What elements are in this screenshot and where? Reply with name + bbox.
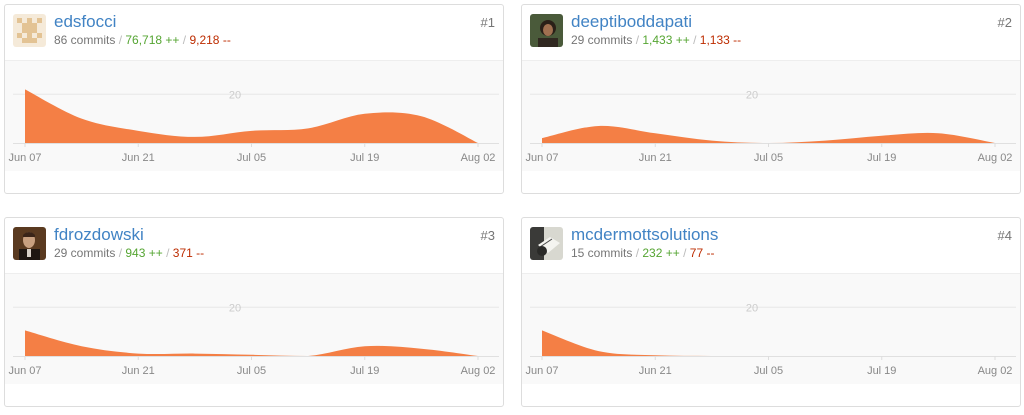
photo-avatar[interactable] [530,14,563,47]
y-tick-label: 20 [746,89,758,101]
identicon-avatar[interactable] [13,14,46,47]
commit-stats: 29 commits / 1,433 ++ / 1,133 -- [571,33,742,47]
x-tick-label: Jun 07 [8,152,41,164]
username-link[interactable]: fdrozdowski [54,225,144,245]
contributor-card: mcdermottsolutions 15 commits / 232 ++ /… [521,217,1021,407]
deletions-count: 77 -- [689,246,715,260]
y-tick-label: 20 [229,302,241,314]
commit-count: 29 commits [54,246,116,260]
photo-avatar[interactable] [530,227,563,260]
username-link[interactable]: mcdermottsolutions [571,225,718,245]
contribution-chart-svg: 20 Jun 07 Jun 21 Jul 05 Jul 19 Aug 02 [8,89,499,164]
contribution-chart: 20 Jun 07 Jun 21 Jul 05 Jul 19 Aug 02 [5,60,503,171]
commits-area [25,89,478,143]
commits-area [25,330,478,356]
additions-count: 1,433 ++ [642,33,690,47]
username-link[interactable]: deeptiboddapati [571,12,692,32]
commit-stats: 29 commits / 943 ++ / 371 -- [54,246,205,260]
contribution-chart-svg: 20 Jun 07 Jun 21 Jul 05 Jul 19 Aug 02 [525,302,1016,377]
x-tick-label: Jul 05 [754,152,783,164]
contributor-card: fdrozdowski 29 commits / 943 ++ / 371 --… [4,217,504,407]
deletions-count: 1,133 -- [699,33,742,47]
card-header: edsfocci 86 commits / 76,718 ++ / 9,218 … [5,5,503,57]
rank-label: #2 [997,15,1012,30]
deletions-count: 9,218 -- [189,33,231,47]
contribution-chart-svg: 20 Jun 07 Jun 21 Jul 05 Jul 19 Aug 02 [525,89,1016,164]
x-tick-label: Jun 21 [122,365,155,377]
rank-label: #1 [480,15,495,30]
rank-label: #3 [480,228,495,243]
x-tick-label: Jul 19 [867,152,896,164]
commit-stats: 86 commits / 76,718 ++ / 9,218 -- [54,33,231,47]
username-link[interactable]: edsfocci [54,12,116,32]
commits-area [542,330,995,356]
card-header: mcdermottsolutions 15 commits / 232 ++ /… [522,218,1020,270]
x-tick-label: Jul 05 [754,365,783,377]
card-header: deeptiboddapati 29 commits / 1,433 ++ / … [522,5,1020,57]
x-tick-label: Jun 21 [122,152,155,164]
contribution-chart: 20 Jun 07 Jun 21 Jul 05 Jul 19 Aug 02 [522,273,1020,384]
x-tick-label: Aug 02 [978,152,1013,164]
commit-count: 15 commits [571,246,633,260]
additions-count: 76,718 ++ [125,33,180,47]
contributor-card: deeptiboddapati 29 commits / 1,433 ++ / … [521,4,1021,194]
rank-label: #4 [997,228,1012,243]
x-tick-label: Jul 19 [350,152,379,164]
x-tick-label: Aug 02 [461,365,496,377]
contributor-card: edsfocci 86 commits / 76,718 ++ / 9,218 … [4,4,504,194]
photo-avatar[interactable] [13,227,46,260]
contribution-chart: 20 Jun 07 Jun 21 Jul 05 Jul 19 Aug 02 [522,60,1020,171]
y-tick-label: 20 [229,89,241,101]
additions-count: 943 ++ [125,246,163,260]
additions-count: 232 ++ [642,246,680,260]
x-tick-label: Jul 19 [867,365,896,377]
x-tick-label: Jun 07 [8,365,41,377]
deletions-count: 371 -- [172,246,205,260]
x-tick-label: Aug 02 [461,152,496,164]
commit-stats: 15 commits / 232 ++ / 77 -- [571,246,715,260]
x-tick-label: Jul 05 [237,152,266,164]
commit-count: 29 commits [571,33,633,47]
x-tick-label: Jun 07 [525,365,558,377]
commits-area [542,125,995,143]
contribution-chart: 20 Jun 07 Jun 21 Jul 05 Jul 19 Aug 02 [5,273,503,384]
card-header: fdrozdowski 29 commits / 943 ++ / 371 --… [5,218,503,270]
x-tick-label: Jun 21 [639,152,672,164]
commit-count: 86 commits [54,33,116,47]
contribution-chart-svg: 20 Jun 07 Jun 21 Jul 05 Jul 19 Aug 02 [8,302,499,377]
x-tick-label: Jul 19 [350,365,379,377]
y-tick-label: 20 [746,302,758,314]
x-tick-label: Jun 07 [525,152,558,164]
x-tick-label: Aug 02 [978,365,1013,377]
x-tick-label: Jun 21 [639,365,672,377]
x-tick-label: Jul 05 [237,365,266,377]
